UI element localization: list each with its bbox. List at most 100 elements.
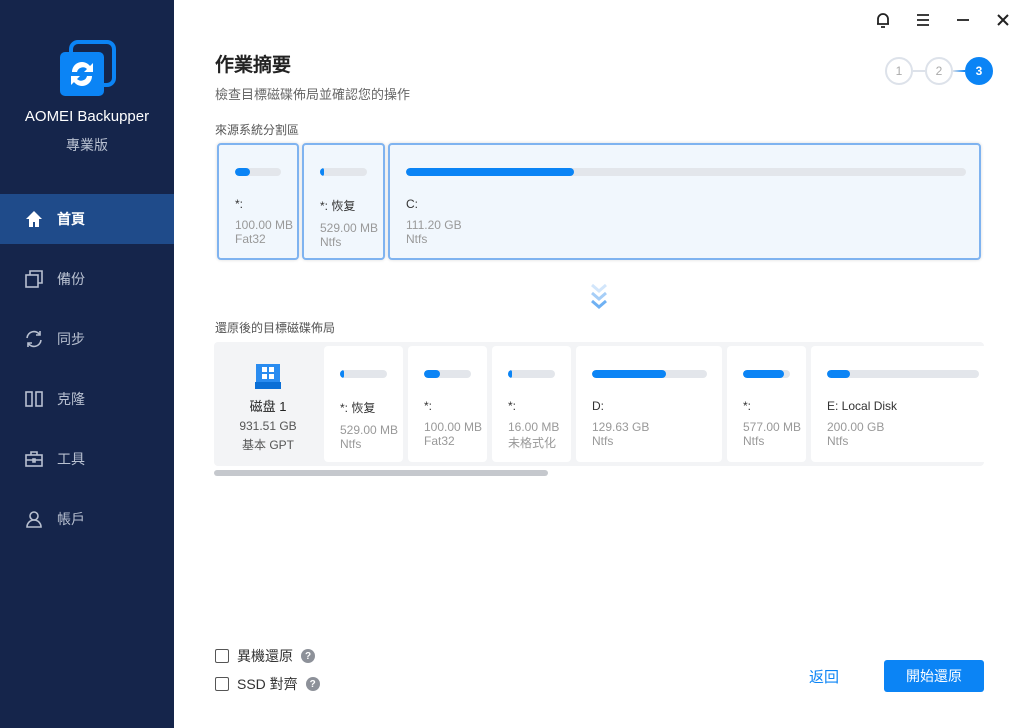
partition-name: *: (235, 197, 244, 211)
back-button[interactable]: 返回 (800, 660, 848, 692)
disk-icon (255, 364, 281, 389)
partition-filesystem: Ntfs (592, 434, 614, 448)
usage-bar-fill (320, 168, 324, 176)
partition-name: C: (406, 197, 418, 211)
usage-bar (508, 370, 555, 378)
app-edition: 專業版 (66, 137, 108, 153)
partition-name: *: (508, 399, 517, 413)
ssd-align-option[interactable]: SSD 對齊 ? (215, 674, 320, 694)
sync-icon (26, 330, 42, 348)
target-section-label: 還原後的目標磁碟佈局 (215, 321, 336, 335)
usage-bar-fill (743, 370, 784, 378)
disk-type: 基本 GPT (241, 438, 294, 452)
partition-size: 16.00 MB (508, 420, 560, 434)
usage-bar (592, 370, 707, 378)
sidebar-item-tools[interactable]: 工具 (0, 434, 174, 484)
sidebar-item-account[interactable]: 帳戶 (0, 494, 174, 544)
partition-filesystem: Ntfs (827, 434, 849, 448)
partition-name: *: 恢复 (320, 199, 356, 213)
partition-size: 200.00 GB (827, 420, 885, 434)
partition-filesystem: Ntfs (743, 434, 765, 448)
usage-bar-fill (340, 370, 344, 378)
sidebar-item-home[interactable]: 首頁 (0, 194, 174, 244)
usage-bar (424, 370, 471, 378)
step-indicator: 1 2 3 (885, 57, 993, 85)
sidebar-item-label: 同步 (57, 331, 85, 347)
backup-icon (25, 270, 43, 288)
ssd-align-label: SSD 對齊 (237, 676, 298, 692)
partition-filesystem: Ntfs (340, 437, 362, 451)
step-1: 1 (885, 57, 913, 85)
disk-name: 磁盘 1 (249, 399, 287, 414)
partition-filesystem: Ntfs (406, 232, 428, 246)
target-disk-layout: 磁盘 1 931.51 GB 基本 GPT *: 恢复 529.00 MB Nt… (214, 342, 984, 466)
help-icon[interactable]: ? (301, 649, 315, 663)
partition-card[interactable]: *: 100.00 MB Fat32 (217, 143, 299, 260)
account-icon (26, 511, 42, 528)
step-3: 3 (965, 57, 993, 85)
partition-card[interactable]: *: 577.00 MB Ntfs (727, 346, 806, 462)
universal-restore-checkbox[interactable] (215, 649, 229, 663)
sidebar-item-backup[interactable]: 備份 (0, 254, 174, 304)
partition-name: *: 恢复 (340, 401, 376, 415)
tools-icon (25, 451, 43, 467)
partition-card[interactable]: *: 16.00 MB 未格式化 (492, 346, 571, 462)
partition-name: D: (592, 399, 604, 413)
usage-bar (743, 370, 790, 378)
sidebar: AOMEI Backupper 專業版 首頁 備份 同步 克隆 工具 帳戶 (0, 0, 174, 728)
target-disk[interactable]: 磁盘 1 931.51 GB 基本 GPT (214, 342, 322, 466)
partition-filesystem: Fat32 (235, 232, 266, 246)
partition-name: *: (743, 399, 752, 413)
partition-name: E: Local Disk (827, 399, 898, 413)
app-logo-icon (60, 40, 116, 96)
sidebar-item-label: 工具 (57, 451, 85, 467)
minimize-icon[interactable] (953, 10, 973, 30)
partition-size: 100.00 MB (235, 218, 294, 232)
menu-icon[interactable] (913, 10, 933, 30)
sidebar-item-label: 備份 (57, 271, 85, 287)
partition-card[interactable]: E: Local Disk 200.00 GB Ntfs (811, 346, 984, 462)
usage-bar-fill (827, 370, 850, 378)
partition-card[interactable]: *: 恢复 529.00 MB Ntfs (302, 143, 385, 260)
help-icon[interactable]: ? (305, 677, 320, 691)
partition-size: 100.00 MB (424, 420, 483, 434)
page-subtitle: 檢查目標磁碟佈局並確認您的操作 (215, 87, 411, 102)
partition-size: 111.20 GB (406, 218, 462, 232)
partition-card[interactable]: *: 恢复 529.00 MB Ntfs (324, 346, 403, 462)
partition-name: *: (424, 399, 433, 413)
usage-bar-fill (592, 370, 666, 378)
sidebar-item-sync[interactable]: 同步 (0, 314, 174, 364)
bell-icon[interactable] (873, 10, 893, 30)
disk-size: 931.51 GB (239, 419, 297, 433)
sidebar-item-label: 首頁 (57, 211, 85, 227)
partition-card[interactable]: C: 111.20 GB Ntfs (388, 143, 981, 260)
usage-bar (827, 370, 979, 378)
sidebar-item-clone[interactable]: 克隆 (0, 374, 174, 424)
usage-bar-fill (406, 168, 574, 176)
step-2: 2 (925, 57, 953, 85)
partition-filesystem: Ntfs (320, 235, 342, 249)
usage-bar (235, 168, 281, 176)
chevrons-down-icon (591, 283, 607, 309)
partition-size: 529.00 MB (320, 221, 379, 235)
horizontal-scrollbar[interactable] (214, 470, 548, 476)
universal-restore-label: 異機還原 (237, 648, 293, 664)
close-icon[interactable] (993, 10, 1013, 30)
usage-bar (406, 168, 966, 176)
universal-restore-option[interactable]: 異機還原 ? (215, 646, 315, 666)
sidebar-item-label: 帳戶 (57, 511, 85, 527)
ssd-align-checkbox[interactable] (215, 677, 229, 691)
usage-bar-fill (235, 168, 251, 176)
usage-bar-fill (508, 370, 512, 378)
page-title: 作業摘要 (215, 55, 292, 76)
sidebar-item-label: 克隆 (57, 391, 85, 407)
home-icon (26, 211, 42, 227)
partition-card[interactable]: D: 129.63 GB Ntfs (576, 346, 722, 462)
usage-bar (340, 370, 387, 378)
partition-card[interactable]: *: 100.00 MB Fat32 (408, 346, 487, 462)
partition-size: 577.00 MB (743, 420, 802, 434)
start-restore-button[interactable]: 開始還原 (884, 660, 984, 692)
clone-icon (25, 391, 43, 407)
partition-filesystem: Fat32 (424, 434, 455, 448)
app-name: AOMEI Backupper (24, 108, 150, 125)
